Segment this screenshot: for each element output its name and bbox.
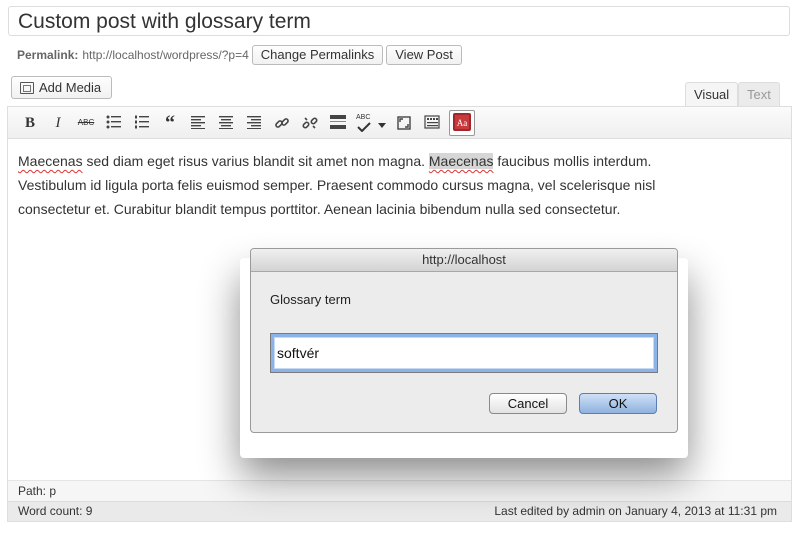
content-text: sed diam eget risus varius blandit sit a… [82, 153, 429, 169]
more-tag-icon[interactable] [328, 113, 348, 133]
glossary-plugin-icon[interactable]: Aa [449, 110, 475, 136]
dialog-title[interactable]: http://localhost [251, 249, 677, 272]
view-post-button[interactable]: View Post [386, 45, 462, 65]
prompt-dialog: http://localhost Glossary term Cancel OK [250, 248, 678, 433]
numbered-list-icon[interactable] [132, 113, 152, 133]
glossary-term-input[interactable] [270, 333, 658, 373]
bold-button[interactable]: B [20, 113, 40, 133]
strikethrough-button[interactable]: ABC [76, 113, 96, 133]
italic-button[interactable]: I [48, 113, 68, 133]
check-icon [357, 122, 371, 132]
add-media-label: Add Media [39, 80, 102, 95]
fullscreen-icon[interactable] [394, 113, 414, 133]
spellcheck-button[interactable]: ABC [354, 113, 388, 133]
kitchen-sink-icon[interactable] [422, 113, 442, 133]
align-left-icon[interactable] [188, 113, 208, 133]
permalink-label: Permalink: [17, 48, 79, 62]
add-media-button[interactable]: Add Media [11, 76, 113, 99]
tab-visual[interactable]: Visual [685, 82, 739, 108]
misspelled-word: Maecenas [18, 153, 83, 169]
align-center-icon[interactable] [216, 113, 236, 133]
word-count: Word count: 9 [18, 504, 93, 518]
change-permalinks-button[interactable]: Change Permalinks [251, 45, 384, 65]
post-title-field[interactable]: Custom post with glossary term [8, 6, 790, 36]
permalink-row: Permalink: http://localhost/wordpress/?p… [17, 44, 462, 66]
path-bar: Path: p [8, 480, 791, 501]
tab-text[interactable]: Text [738, 82, 780, 107]
align-right-icon[interactable] [244, 113, 264, 133]
svg-text:Aa: Aa [457, 118, 468, 128]
selected-word: Maecenas [428, 153, 494, 169]
bulleted-list-icon[interactable] [104, 113, 124, 133]
status-bar: Word count: 9 Last edited by admin on Ja… [8, 501, 791, 521]
unlink-icon[interactable] [300, 113, 320, 133]
cancel-button[interactable]: Cancel [489, 393, 567, 414]
dialog-label: Glossary term [270, 292, 351, 307]
editor-content[interactable]: Maecenas sed diam eget risus varius blan… [18, 149, 658, 221]
last-edited: Last edited by admin on January 4, 2013 … [494, 504, 777, 518]
chevron-down-icon [378, 123, 386, 128]
permalink-url[interactable]: http://localhost/wordpress/?p=4 [82, 48, 248, 62]
editor-toolbar: B I ABC “ ABC Aa [8, 107, 791, 139]
post-title-text: Custom post with glossary term [18, 10, 311, 33]
blockquote-button[interactable]: “ [160, 113, 180, 133]
link-icon[interactable] [272, 113, 292, 133]
ok-button[interactable]: OK [579, 393, 657, 414]
media-icon [20, 81, 34, 94]
